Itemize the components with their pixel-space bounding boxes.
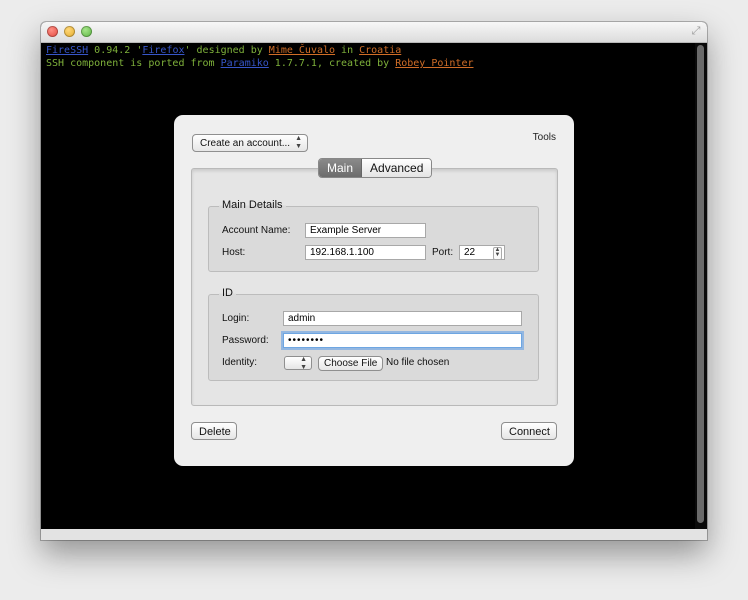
port-label: Port: (432, 247, 454, 258)
terminal-line-1: FireSSH 0.94.2 'Firefox' designed by Mim… (46, 44, 401, 57)
scrollbar-thumb[interactable] (697, 45, 704, 523)
connection-dialog: Create an account... ▲ ▼ Tools Main Advan… (174, 115, 574, 466)
fullscreen-icon[interactable]: ⤢ (690, 25, 702, 37)
main-details-legend: Main Details (219, 199, 286, 211)
ported-text: SSH component is ported from (46, 58, 221, 69)
author-link[interactable]: Robey Pointer (395, 58, 473, 69)
password-value: •••••••• (288, 335, 325, 346)
port-value: 22 (464, 247, 476, 258)
id-group: ID Login: Password: •••••••• Identity: ▲… (208, 287, 539, 381)
port-input[interactable]: 22 ▲ ▼ (459, 245, 505, 260)
minimize-window-button[interactable] (64, 26, 75, 37)
choose-file-button[interactable]: Choose File (318, 356, 384, 371)
select-arrows-icon: ▲ ▼ (295, 135, 302, 150)
password-input[interactable]: •••••••• (283, 333, 522, 348)
terminal-line-2: SSH component is ported from Paramiko 1.… (46, 57, 474, 70)
password-label: Password: (222, 335, 269, 346)
in-text: in (335, 45, 360, 56)
identity-label: Identity: (222, 357, 258, 368)
tools-menu[interactable]: Tools (533, 132, 556, 143)
lib-version-text: 1.7.7.1, created by (268, 58, 396, 69)
identity-select[interactable]: ▲ ▼ (284, 356, 312, 371)
version-text: 0.94.2 ' (88, 45, 143, 56)
host-label: Host: (222, 247, 246, 258)
terminal-scrollbar[interactable] (695, 43, 707, 529)
designed-by-text: ' designed by (184, 45, 269, 56)
account-select-value: Create an account... (200, 138, 291, 149)
no-file-text: No file chosen (386, 357, 450, 368)
login-input[interactable] (283, 311, 522, 326)
fires-link[interactable]: FireSSH (46, 45, 88, 56)
window-bottom-strip (41, 529, 707, 540)
tab-bar: Main Advanced (318, 158, 433, 178)
codename-link[interactable]: Firefox (142, 45, 184, 56)
account-name-label: Account Name: (222, 225, 291, 236)
tab-main[interactable]: Main (319, 159, 363, 177)
close-window-button[interactable] (47, 26, 58, 37)
login-label: Login: (222, 313, 250, 324)
zoom-window-button[interactable] (81, 26, 92, 37)
title-bar[interactable]: ⤢ (41, 22, 707, 43)
connect-button[interactable]: Connect (501, 422, 557, 440)
tab-advanced[interactable]: Advanced (362, 159, 432, 177)
port-stepper-icon[interactable]: ▲ ▼ (493, 247, 502, 260)
designer-link[interactable]: Mime Čuvalo (269, 45, 335, 56)
account-select[interactable]: Create an account... ▲ ▼ (192, 134, 308, 152)
main-details-group: Main Details Account Name: Host: Port: 2… (208, 199, 539, 272)
host-input[interactable] (305, 245, 426, 260)
account-name-input[interactable] (305, 223, 426, 238)
delete-button[interactable]: Delete (191, 422, 237, 440)
identity-arrows-icon: ▲ ▼ (300, 356, 307, 371)
paramiko-link[interactable]: Paramiko (221, 58, 269, 69)
id-legend: ID (219, 287, 236, 299)
country-link[interactable]: Croatia (359, 45, 401, 56)
